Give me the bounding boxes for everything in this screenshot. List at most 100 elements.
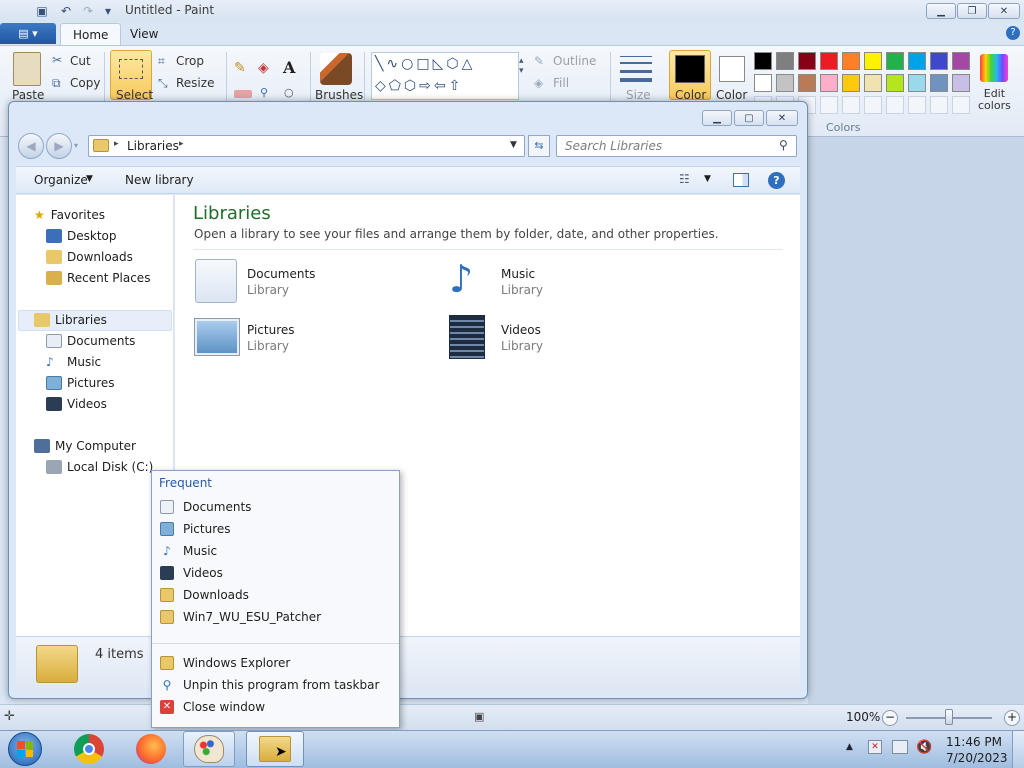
paint-minimize-button[interactable]: ▁ <box>926 3 956 19</box>
explorer-maximize-button[interactable]: ▢ <box>734 110 764 126</box>
paint-close-button[interactable]: ✕ <box>988 3 1020 19</box>
recent-pages-icon[interactable]: ▾ <box>74 141 78 150</box>
address-bar[interactable]: ▸ Libraries ▸ ▼ <box>88 135 525 157</box>
customize-qa-icon[interactable]: ▾ <box>100 3 116 19</box>
organize-dropdown-icon[interactable]: ▼ <box>86 174 93 184</box>
palette-custom-slot[interactable] <box>952 96 970 114</box>
zoom-slider-thumb[interactable] <box>945 709 953 725</box>
palette-swatch[interactable] <box>776 52 794 70</box>
view-options-icon[interactable]: ☷ <box>679 172 690 186</box>
palette-swatch[interactable] <box>754 74 772 92</box>
palette-custom-slot[interactable] <box>864 96 882 114</box>
size-button[interactable]: Size <box>626 88 651 102</box>
organize-button[interactable]: Organize <box>34 173 88 187</box>
palette-custom-slot[interactable] <box>842 96 860 114</box>
palette-custom-slot[interactable] <box>820 96 838 114</box>
jump-item-downloads[interactable]: Downloads <box>160 585 249 605</box>
nav-desktop[interactable]: Desktop <box>46 226 117 246</box>
redo-icon[interactable]: ↷ <box>80 3 96 19</box>
palette-swatch[interactable] <box>886 74 904 92</box>
paint-app-icon[interactable]: ▣ <box>34 3 50 19</box>
explorer-minimize-button[interactable]: ▁ <box>702 110 732 126</box>
palette-swatch[interactable] <box>798 52 816 70</box>
palette-custom-slot[interactable] <box>908 96 926 114</box>
jump-item-patcher[interactable]: Win7_WU_ESU_Patcher <box>160 607 321 627</box>
shapes-scroll-icon[interactable]: ▴ ▾ <box>519 56 524 76</box>
breadcrumb-arrow-icon[interactable]: ▸ <box>114 139 119 149</box>
show-hidden-icons-button[interactable]: ▲ <box>846 742 853 752</box>
palette-swatch[interactable] <box>864 74 882 92</box>
refresh-button[interactable]: ⇆ <box>528 135 550 157</box>
outline-button[interactable]: Outline <box>553 54 596 68</box>
palette-swatch[interactable] <box>952 52 970 70</box>
magnifier-icon[interactable]: ○ <box>284 86 294 99</box>
library-videos[interactable]: Videos Library <box>447 313 681 363</box>
nav-pictures[interactable]: Pictures <box>46 373 115 393</box>
nav-local-disk[interactable]: Local Disk (C:) <box>46 457 153 477</box>
brushes-button[interactable]: Brushes <box>315 88 363 102</box>
library-pictures[interactable]: Pictures Library <box>193 313 427 363</box>
palette-swatch[interactable] <box>820 74 838 92</box>
paint-restore-button[interactable]: ❐ <box>957 3 987 19</box>
palette-swatch[interactable] <box>798 74 816 92</box>
address-dropdown-icon[interactable]: ▼ <box>510 140 517 150</box>
nav-downloads[interactable]: Downloads <box>46 247 133 267</box>
preview-pane-icon[interactable] <box>733 173 749 187</box>
edit-colors-button[interactable]: Edit colors <box>978 88 1011 112</box>
nav-recent-places[interactable]: Recent Places <box>46 268 150 288</box>
taskbar-chrome[interactable] <box>68 731 110 767</box>
help-icon[interactable]: ? <box>768 172 785 189</box>
text-tool-icon[interactable]: A <box>283 58 295 77</box>
clock-time[interactable]: 11:46 PM <box>946 735 1002 749</box>
palette-swatch[interactable] <box>776 74 794 92</box>
taskbar-paint[interactable] <box>183 731 235 767</box>
nav-libraries[interactable]: Libraries <box>34 310 107 330</box>
explorer-close-button[interactable]: ✕ <box>766 110 798 126</box>
forward-button[interactable]: ▶ <box>46 133 72 159</box>
palette-swatch[interactable] <box>842 52 860 70</box>
zoom-out-button[interactable]: − <box>882 710 898 726</box>
library-music[interactable]: ♪ Music Library <box>447 257 681 307</box>
paste-icon[interactable] <box>13 52 41 86</box>
nav-my-computer[interactable]: My Computer <box>34 436 136 456</box>
jump-item-music[interactable]: ♪ Music <box>160 541 217 561</box>
tab-view[interactable]: View <box>118 23 170 45</box>
palette-swatch[interactable] <box>908 74 926 92</box>
resize-button[interactable]: Resize <box>176 76 214 90</box>
breadcrumb-arrow-icon[interactable]: ▸ <box>179 139 184 149</box>
start-button[interactable] <box>4 731 46 767</box>
network-icon[interactable] <box>892 740 908 754</box>
nav-favorites[interactable]: ★ Favorites <box>34 205 105 225</box>
paint-file-menu-button[interactable]: ▤ ▾ <box>0 23 56 44</box>
palette-swatch[interactable] <box>930 52 948 70</box>
paste-button[interactable]: Paste <box>12 88 44 102</box>
zoom-in-button[interactable]: + <box>1004 710 1020 726</box>
edit-colors-icon[interactable] <box>980 54 1008 82</box>
palette-swatch[interactable] <box>930 74 948 92</box>
color-picker-icon[interactable]: ⚲ <box>260 86 268 99</box>
new-library-button[interactable]: New library <box>125 173 194 187</box>
palette-swatch[interactable] <box>754 52 772 70</box>
jump-item-videos[interactable]: Videos <box>160 563 223 583</box>
jump-item-documents[interactable]: Documents <box>160 497 251 517</box>
copy-button[interactable]: Copy <box>70 76 100 90</box>
palette-swatch[interactable] <box>952 74 970 92</box>
palette-swatch[interactable] <box>842 74 860 92</box>
nav-music[interactable]: ♪ Music <box>46 352 101 372</box>
palette-swatch[interactable] <box>820 52 838 70</box>
volume-muted-icon[interactable]: 🔇 <box>916 740 932 755</box>
palette-custom-slot[interactable] <box>886 96 904 114</box>
jump-task-unpin[interactable]: ⚲ Unpin this program from taskbar <box>160 675 380 695</box>
palette-swatch[interactable] <box>886 52 904 70</box>
fill-button[interactable]: Fill <box>553 76 569 90</box>
cut-button[interactable]: Cut <box>70 54 91 68</box>
tab-home[interactable]: Home <box>60 23 122 45</box>
search-box[interactable]: Search Libraries ⚲ <box>556 135 797 157</box>
taskbar-explorer[interactable]: ➤ <box>246 731 304 767</box>
paint-canvas-area[interactable] <box>808 137 1024 704</box>
search-icon[interactable]: ⚲ <box>779 138 788 152</box>
back-button[interactable]: ◀ <box>18 133 44 159</box>
jump-task-windows-explorer[interactable]: Windows Explorer <box>160 653 290 673</box>
fill-bucket-icon[interactable]: ◈ <box>258 60 269 76</box>
nav-documents[interactable]: Documents <box>46 331 135 351</box>
